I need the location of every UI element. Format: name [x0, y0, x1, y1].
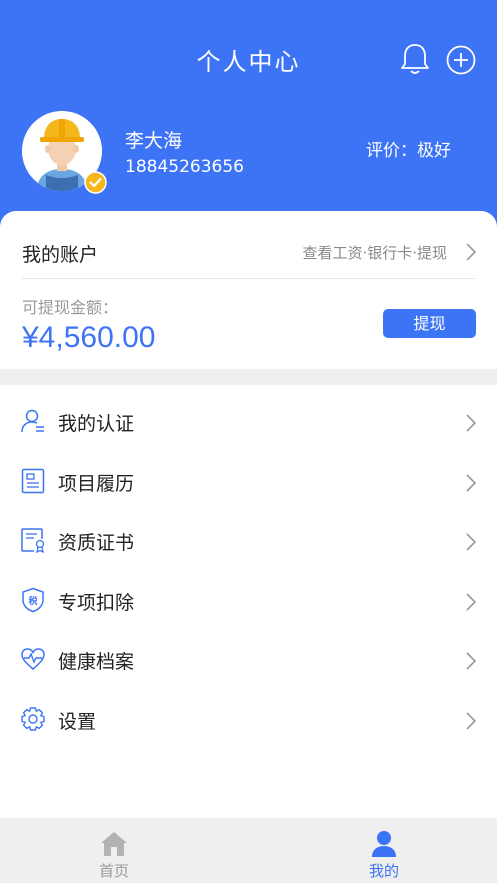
balance-value: ¥4,560.00: [22, 321, 156, 354]
chevron-right-icon: [466, 711, 477, 730]
home-icon: [101, 832, 127, 856]
menu-item-label: 项目履历: [58, 472, 135, 495]
user-name: 李大海: [125, 130, 183, 152]
chevron-right-icon[interactable]: [465, 242, 477, 262]
tab-label: 首页: [98, 862, 129, 880]
heartbeat-icon: [21, 648, 45, 670]
menu-list: 我的认证 项目履历 资质证书 税 专项扣除 健康档案 设置: [0, 393, 497, 750]
resume-doc-icon: [21, 468, 45, 493]
menu-item-my-certification[interactable]: 我的认证: [0, 393, 497, 453]
tab-bar: 首页 我的: [0, 818, 497, 883]
menu-item-label: 设置: [58, 710, 97, 733]
menu-item-label: 资质证书: [58, 532, 135, 554]
withdraw-button[interactable]: 提现: [383, 309, 476, 338]
menu-item-label: 我的认证: [58, 413, 135, 435]
chevron-right-icon: [466, 414, 477, 432]
chevron-right-icon: [466, 533, 477, 551]
verified-check-icon: [84, 171, 107, 194]
divider: [22, 278, 475, 279]
chevron-right-icon: [466, 592, 477, 611]
account-title: 我的账户: [22, 244, 99, 266]
avatar[interactable]: [22, 111, 107, 195]
section-separator: [0, 369, 497, 385]
account-details-link[interactable]: 查看工资·银行卡·提现: [302, 242, 447, 263]
tab-mine[interactable]: 我的: [314, 818, 454, 883]
menu-item-special-deductions[interactable]: 税 专项扣除: [0, 572, 497, 632]
menu-item-qualification-certificates[interactable]: 资质证书: [0, 512, 497, 572]
user-phone: 18845263656: [125, 157, 244, 177]
plus-circle-icon[interactable]: [445, 44, 477, 76]
menu-item-health-records[interactable]: 健康档案: [0, 631, 497, 691]
account-card: 我的账户 查看工资·银行卡·提现 可提现金额： ¥4,560.00 提现: [0, 211, 497, 369]
menu-item-label: 专项扣除: [58, 591, 135, 614]
certificate-icon: [21, 528, 45, 553]
user-verify-icon: [21, 409, 44, 433]
gear-icon: [21, 706, 45, 731]
chevron-right-icon: [466, 652, 477, 670]
user-rating: 评价：极好: [366, 141, 451, 161]
bell-icon[interactable]: [399, 42, 431, 76]
menu-item-label: 健康档案: [58, 651, 135, 673]
tab-home[interactable]: 首页: [44, 818, 184, 883]
header-bar: 个人中心 李大海 18845263656 评价：极好: [0, 0, 497, 240]
menu-item-settings[interactable]: 设置: [0, 691, 497, 751]
chevron-right-icon: [466, 473, 477, 492]
tax-shield-icon: 税: [22, 587, 44, 612]
balance-label: 可提现金额：: [22, 298, 119, 317]
svg-text:税: 税: [28, 595, 37, 607]
menu-item-project-history[interactable]: 项目履历: [0, 453, 497, 513]
person-icon: [372, 831, 396, 857]
tab-label: 我的: [368, 862, 399, 880]
